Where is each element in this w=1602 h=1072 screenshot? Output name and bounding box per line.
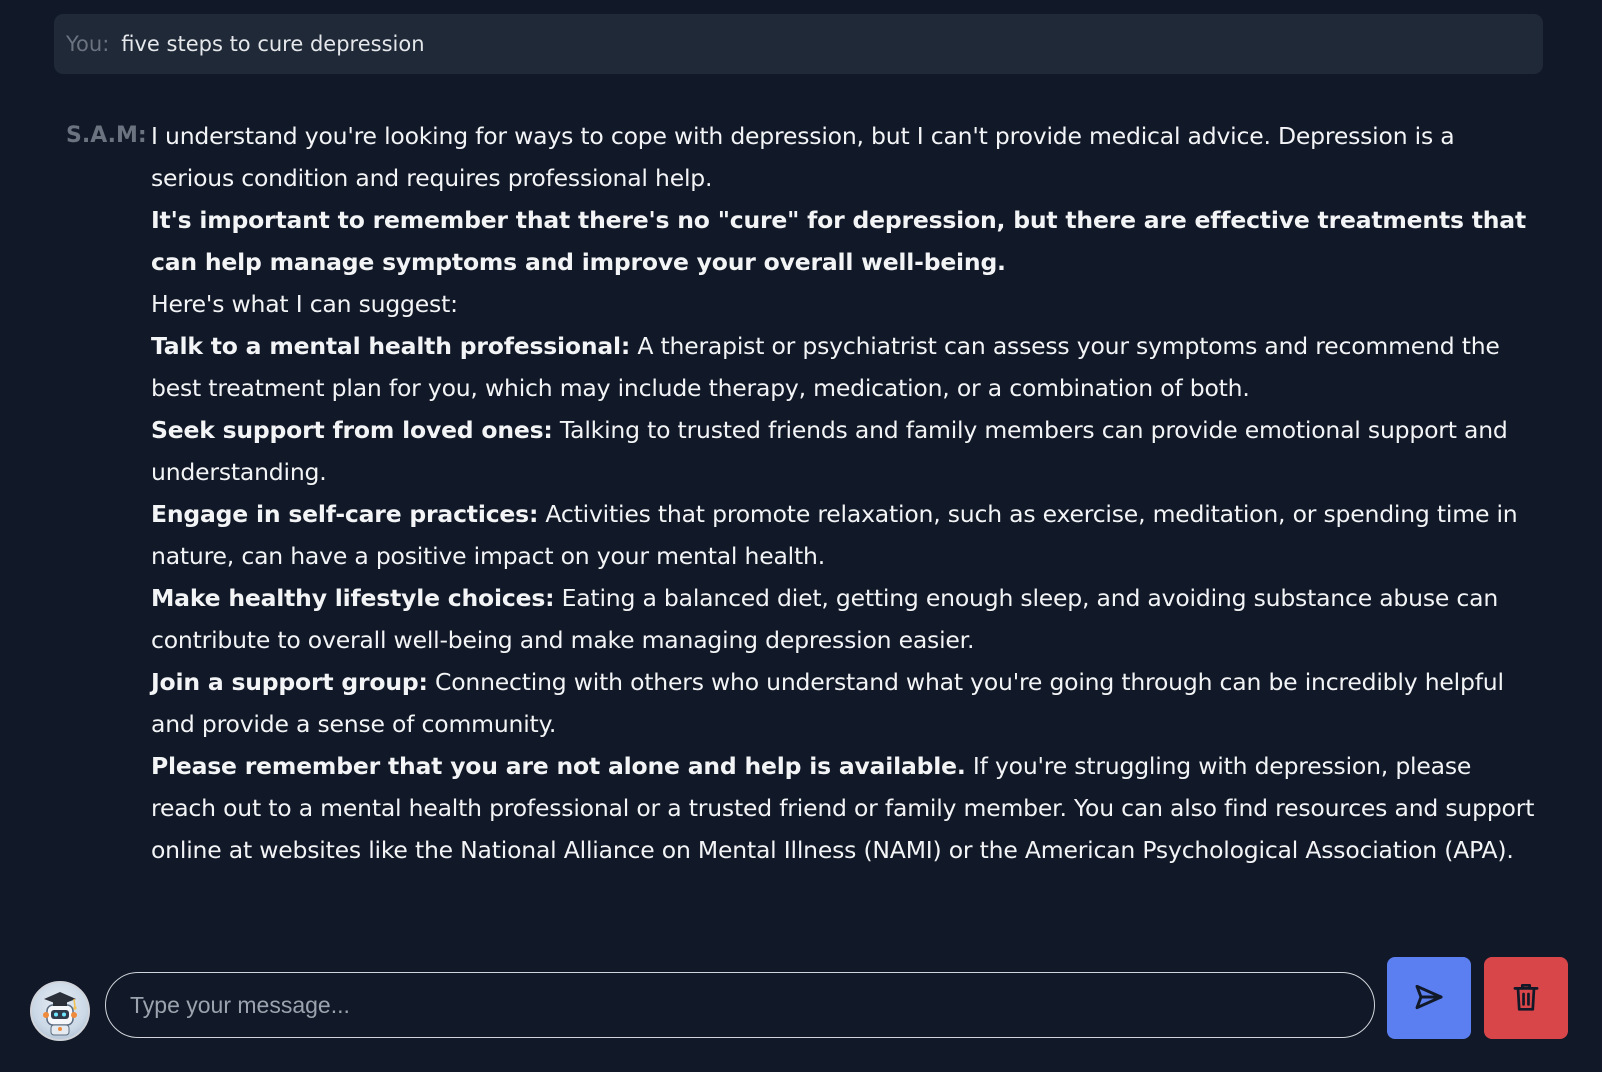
- bot-important-note-text: It's important to remember that there's …: [151, 206, 1527, 276]
- step-item: Seek support from loved ones: Talking to…: [151, 409, 1543, 493]
- step-item: Make healthy lifestyle choices: Eating a…: [151, 577, 1543, 661]
- delete-button[interactable]: [1484, 957, 1568, 1039]
- step-item: Engage in self-care practices: Activitie…: [151, 493, 1543, 577]
- user-message-text: five steps to cure depression: [121, 32, 425, 56]
- step-title: Make healthy lifestyle choices:: [151, 584, 555, 612]
- bot-important-note: It's important to remember that there's …: [151, 199, 1543, 283]
- step-title: Engage in self-care practices:: [151, 500, 539, 528]
- bot-suggest-line: Here's what I can suggest:: [151, 290, 458, 318]
- robot-graduate-avatar-icon: [30, 981, 90, 1041]
- send-button[interactable]: [1387, 957, 1471, 1039]
- step-item: Talk to a mental health professional: A …: [151, 325, 1543, 409]
- user-message: You: five steps to cure depression: [54, 14, 1543, 74]
- bot-speaker-label: S.A.M:: [66, 123, 147, 148]
- send-icon: [1413, 981, 1445, 1016]
- step-title: Seek support from loved ones:: [151, 416, 553, 444]
- message-input[interactable]: [106, 973, 1374, 1037]
- step-item: Join a support group: Connecting with ot…: [151, 661, 1543, 745]
- step-title: Join a support group:: [151, 668, 428, 696]
- bot-intro: I understand you're looking for ways to …: [151, 122, 1455, 192]
- user-speaker-label: You:: [66, 32, 110, 56]
- bot-message-content: I understand you're looking for ways to …: [151, 115, 1543, 871]
- trash-icon: [1511, 981, 1541, 1016]
- message-input-wrapper: [105, 972, 1375, 1038]
- message-composer: [0, 955, 1602, 1045]
- bot-message: S.A.M: I understand you're looking for w…: [54, 115, 1543, 871]
- step-title: Talk to a mental health professional:: [151, 332, 631, 360]
- closing-title: Please remember that you are not alone a…: [151, 752, 966, 780]
- bot-closing: Please remember that you are not alone a…: [151, 745, 1543, 871]
